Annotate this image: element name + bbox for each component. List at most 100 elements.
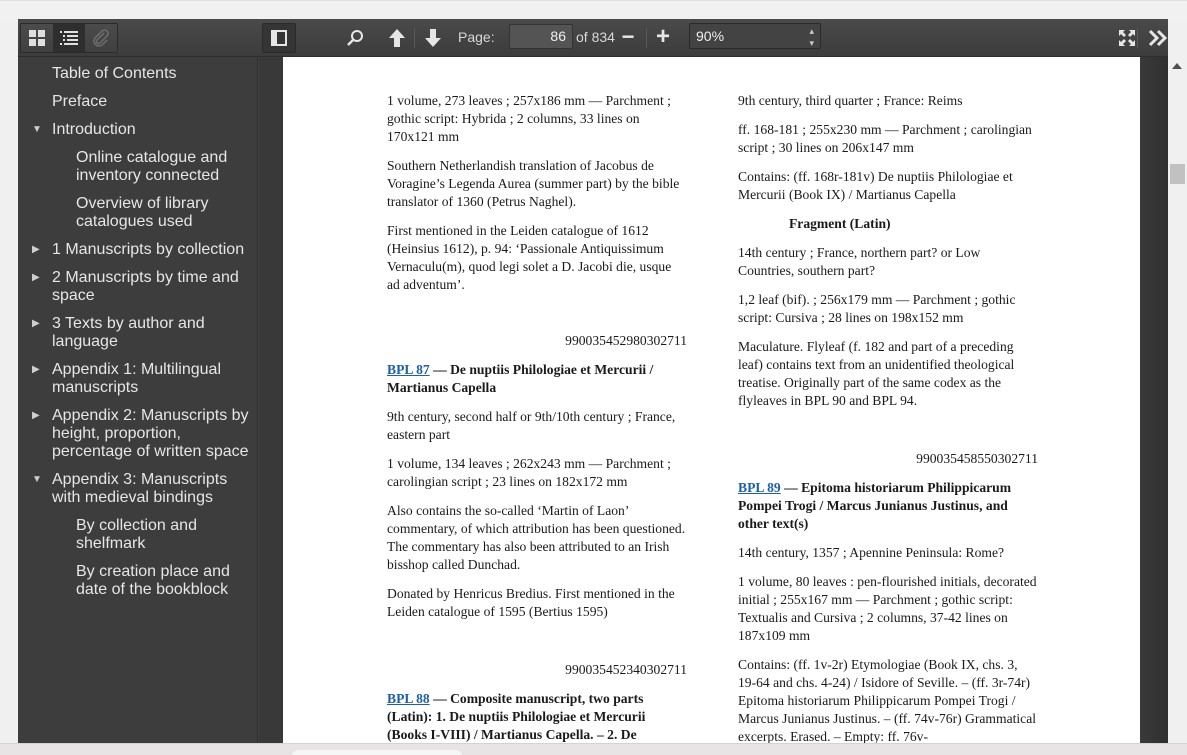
record-title: BPL 87 — De nuptiis Philologiae et Mercu… xyxy=(387,361,687,397)
outline-button[interactable] xyxy=(53,24,85,52)
outline-item-label: Table of Contents xyxy=(52,65,177,82)
paragraph: 9th century, third quarter ; France: Rei… xyxy=(738,93,963,108)
toolbar-separator xyxy=(1137,28,1138,48)
page-column-left: 1 volume, 273 leaves ; 257x186 mm — Parc… xyxy=(387,92,687,744)
record-id: 990035452980302711 xyxy=(565,333,687,348)
paragraph: Contains: (ff. 168r-181v) De nuptiis Phi… xyxy=(738,169,1013,202)
paragraph: 14th century ; France, northern part? or… xyxy=(738,245,981,278)
outline-item[interactable]: ▶ Appendix 1: Multilingual manuscripts xyxy=(18,361,257,397)
outline-item-label: 3 Texts by author and language xyxy=(52,315,205,350)
toolbar-separator xyxy=(414,28,415,48)
pdf-viewer: Page: 86 of 834 − + 90% ▴ ▾ Table of Con… xyxy=(18,19,1168,744)
sidebar-toggle-icon xyxy=(271,30,287,46)
record-link-bpl88[interactable]: BPL 88 xyxy=(387,691,430,706)
triangle-right-icon[interactable]: ▶ xyxy=(32,319,42,329)
arrow-down-icon xyxy=(425,29,441,47)
next-page-button[interactable] xyxy=(422,27,444,49)
sidebar-toolbar xyxy=(18,19,258,57)
paragraph: ff. 168-181 ; 255x230 mm — Parchment ; c… xyxy=(738,122,1032,155)
paragraph: First mentioned in the Leiden catalogue … xyxy=(387,223,672,292)
outline-item[interactable]: By creation place and date of the bookbl… xyxy=(18,563,257,599)
record-link-bpl87[interactable]: BPL 87 xyxy=(387,362,430,377)
taskbar-tab[interactable] xyxy=(292,750,462,755)
outline-item[interactable]: ▶ 1 Manuscripts by collection xyxy=(18,241,257,259)
zoom-in-button[interactable]: + xyxy=(654,23,672,50)
outline-item-label: 1 Manuscripts by collection xyxy=(52,241,245,258)
outline-item-label: Appendix 2: Manuscripts by height, propo… xyxy=(52,407,249,460)
paragraph: Donated by Henricus Bredius. First menti… xyxy=(387,586,675,619)
outline-item-label: By creation place and date of the bookbl… xyxy=(76,563,230,598)
arrow-up-icon xyxy=(389,29,405,47)
outline-item-label: Overview of library catalogues used xyxy=(76,195,209,230)
record-id: 990035458550302711 xyxy=(916,451,1038,466)
page-column-right: 9th century, third quarter ; France: Rei… xyxy=(738,92,1038,744)
tools-button[interactable] xyxy=(1147,27,1169,49)
triangle-right-icon[interactable]: ▶ xyxy=(32,245,42,255)
outline-item-label: Appendix 1: Multilingual manuscripts xyxy=(52,361,221,396)
outline-item[interactable]: ▼ Appendix 3: Manuscripts with medieval b… xyxy=(18,471,257,507)
sidebar-view-buttons xyxy=(20,23,118,53)
triangle-down-icon[interactable]: ▼ xyxy=(32,475,42,485)
record-link-bpl89[interactable]: BPL 89 xyxy=(738,480,781,495)
viewer-right-edge xyxy=(1140,57,1168,744)
double-chevron-right-icon xyxy=(1148,29,1168,47)
outline-item[interactable]: ▼ Introduction xyxy=(18,121,257,139)
triangle-down-icon[interactable]: ▼ xyxy=(32,125,42,135)
outline-icon xyxy=(60,31,78,45)
taskbar xyxy=(0,743,1187,755)
outline-item[interactable]: Preface xyxy=(18,93,257,111)
attachments-button[interactable] xyxy=(85,24,117,52)
sidebar-gutter xyxy=(259,57,283,744)
outline-item[interactable]: ▶ 3 Texts by author and language xyxy=(18,315,257,351)
browser-top-strip xyxy=(0,0,1187,19)
paragraph: Maculature. Flyleaf (f. 182 and part of … xyxy=(738,339,1015,408)
outline-item[interactable]: ▶ Appendix 2: Manuscripts by height, prop… xyxy=(18,407,257,461)
record-id: 990035452340302711 xyxy=(565,662,687,677)
main-toolbar: Page: 86 of 834 − + 90% ▴ ▾ xyxy=(258,19,1168,57)
outline-item[interactable]: Overview of library catalogues used xyxy=(18,195,257,231)
outline-item-label: Online catalogue and inventory connected xyxy=(76,149,228,184)
thumbnails-button[interactable] xyxy=(21,24,53,52)
paragraph: 1,2 leaf (bif). ; 256x179 mm — Parchment… xyxy=(738,292,1016,325)
presentation-mode-button[interactable] xyxy=(1118,29,1136,47)
outline-sidebar: Table of Contents Preface ▼ Introduction Onl… xyxy=(18,57,258,744)
scrollbar-thumb[interactable] xyxy=(1170,164,1185,184)
fragment-heading: Fragment (Latin) xyxy=(789,216,891,231)
scroll-up-arrow-icon[interactable] xyxy=(1172,63,1182,69)
outline-item[interactable]: Online catalogue and inventory connected xyxy=(18,149,257,185)
page-label: Page: xyxy=(458,29,495,45)
paragraph: Also contains the so-called ‘Martin of L… xyxy=(387,503,686,572)
fullscreen-icon xyxy=(1119,30,1135,46)
zoom-out-button[interactable]: − xyxy=(620,24,636,49)
select-arrows-icon: ▴ ▾ xyxy=(809,26,814,48)
triangle-right-icon[interactable]: ▶ xyxy=(32,273,42,283)
page-number-input[interactable]: 86 xyxy=(509,24,573,49)
paragraph: 14th century, 1357 ; Apennine Peninsula:… xyxy=(738,545,1005,560)
record-title: BPL 89 — Epitoma historiarum Philippicar… xyxy=(738,479,1038,533)
outline-item[interactable]: Table of Contents xyxy=(18,65,257,83)
zoom-value: 90% xyxy=(696,28,725,44)
page-scrollbar[interactable] xyxy=(1168,57,1187,744)
toggle-sidebar-button[interactable] xyxy=(262,23,296,53)
find-button[interactable] xyxy=(344,28,366,48)
paragraph: 1 volume, 80 leaves : pen-flourished ini… xyxy=(738,574,1037,643)
zoom-select[interactable]: 90% ▴ ▾ xyxy=(689,23,821,49)
paragraph: 1 volume, 134 leaves ; 262x243 mm — Parc… xyxy=(387,456,671,489)
triangle-right-icon[interactable]: ▶ xyxy=(32,365,42,375)
paragraph: Southern Netherlandish translation of Ja… xyxy=(387,158,680,209)
page-count-label: of 834 xyxy=(576,29,615,45)
paragraph: Contains: (ff. 1v-2r) Etymologiae (Book … xyxy=(738,657,1037,744)
outline-item-label: Introduction xyxy=(52,121,136,138)
paperclip-icon xyxy=(93,29,109,47)
document-view: 1 volume, 273 leaves ; 257x186 mm — Parc… xyxy=(283,57,1140,744)
paragraph: 1 volume, 273 leaves ; 257x186 mm — Parc… xyxy=(387,93,671,144)
outline-item[interactable]: By collection and shelfmark xyxy=(18,517,257,553)
previous-page-button[interactable] xyxy=(386,27,408,49)
outline-item-label: 2 Manuscripts by time and space xyxy=(52,269,239,304)
record-title: BPL 88 — Composite manuscript, two parts… xyxy=(387,690,687,744)
triangle-right-icon[interactable]: ▶ xyxy=(32,411,42,421)
outline-item-label: By collection and shelfmark xyxy=(76,517,197,552)
outline-item-label: Preface xyxy=(52,93,108,110)
outline-item[interactable]: ▶ 2 Manuscripts by time and space xyxy=(18,269,257,305)
thumbnails-icon xyxy=(29,30,45,46)
